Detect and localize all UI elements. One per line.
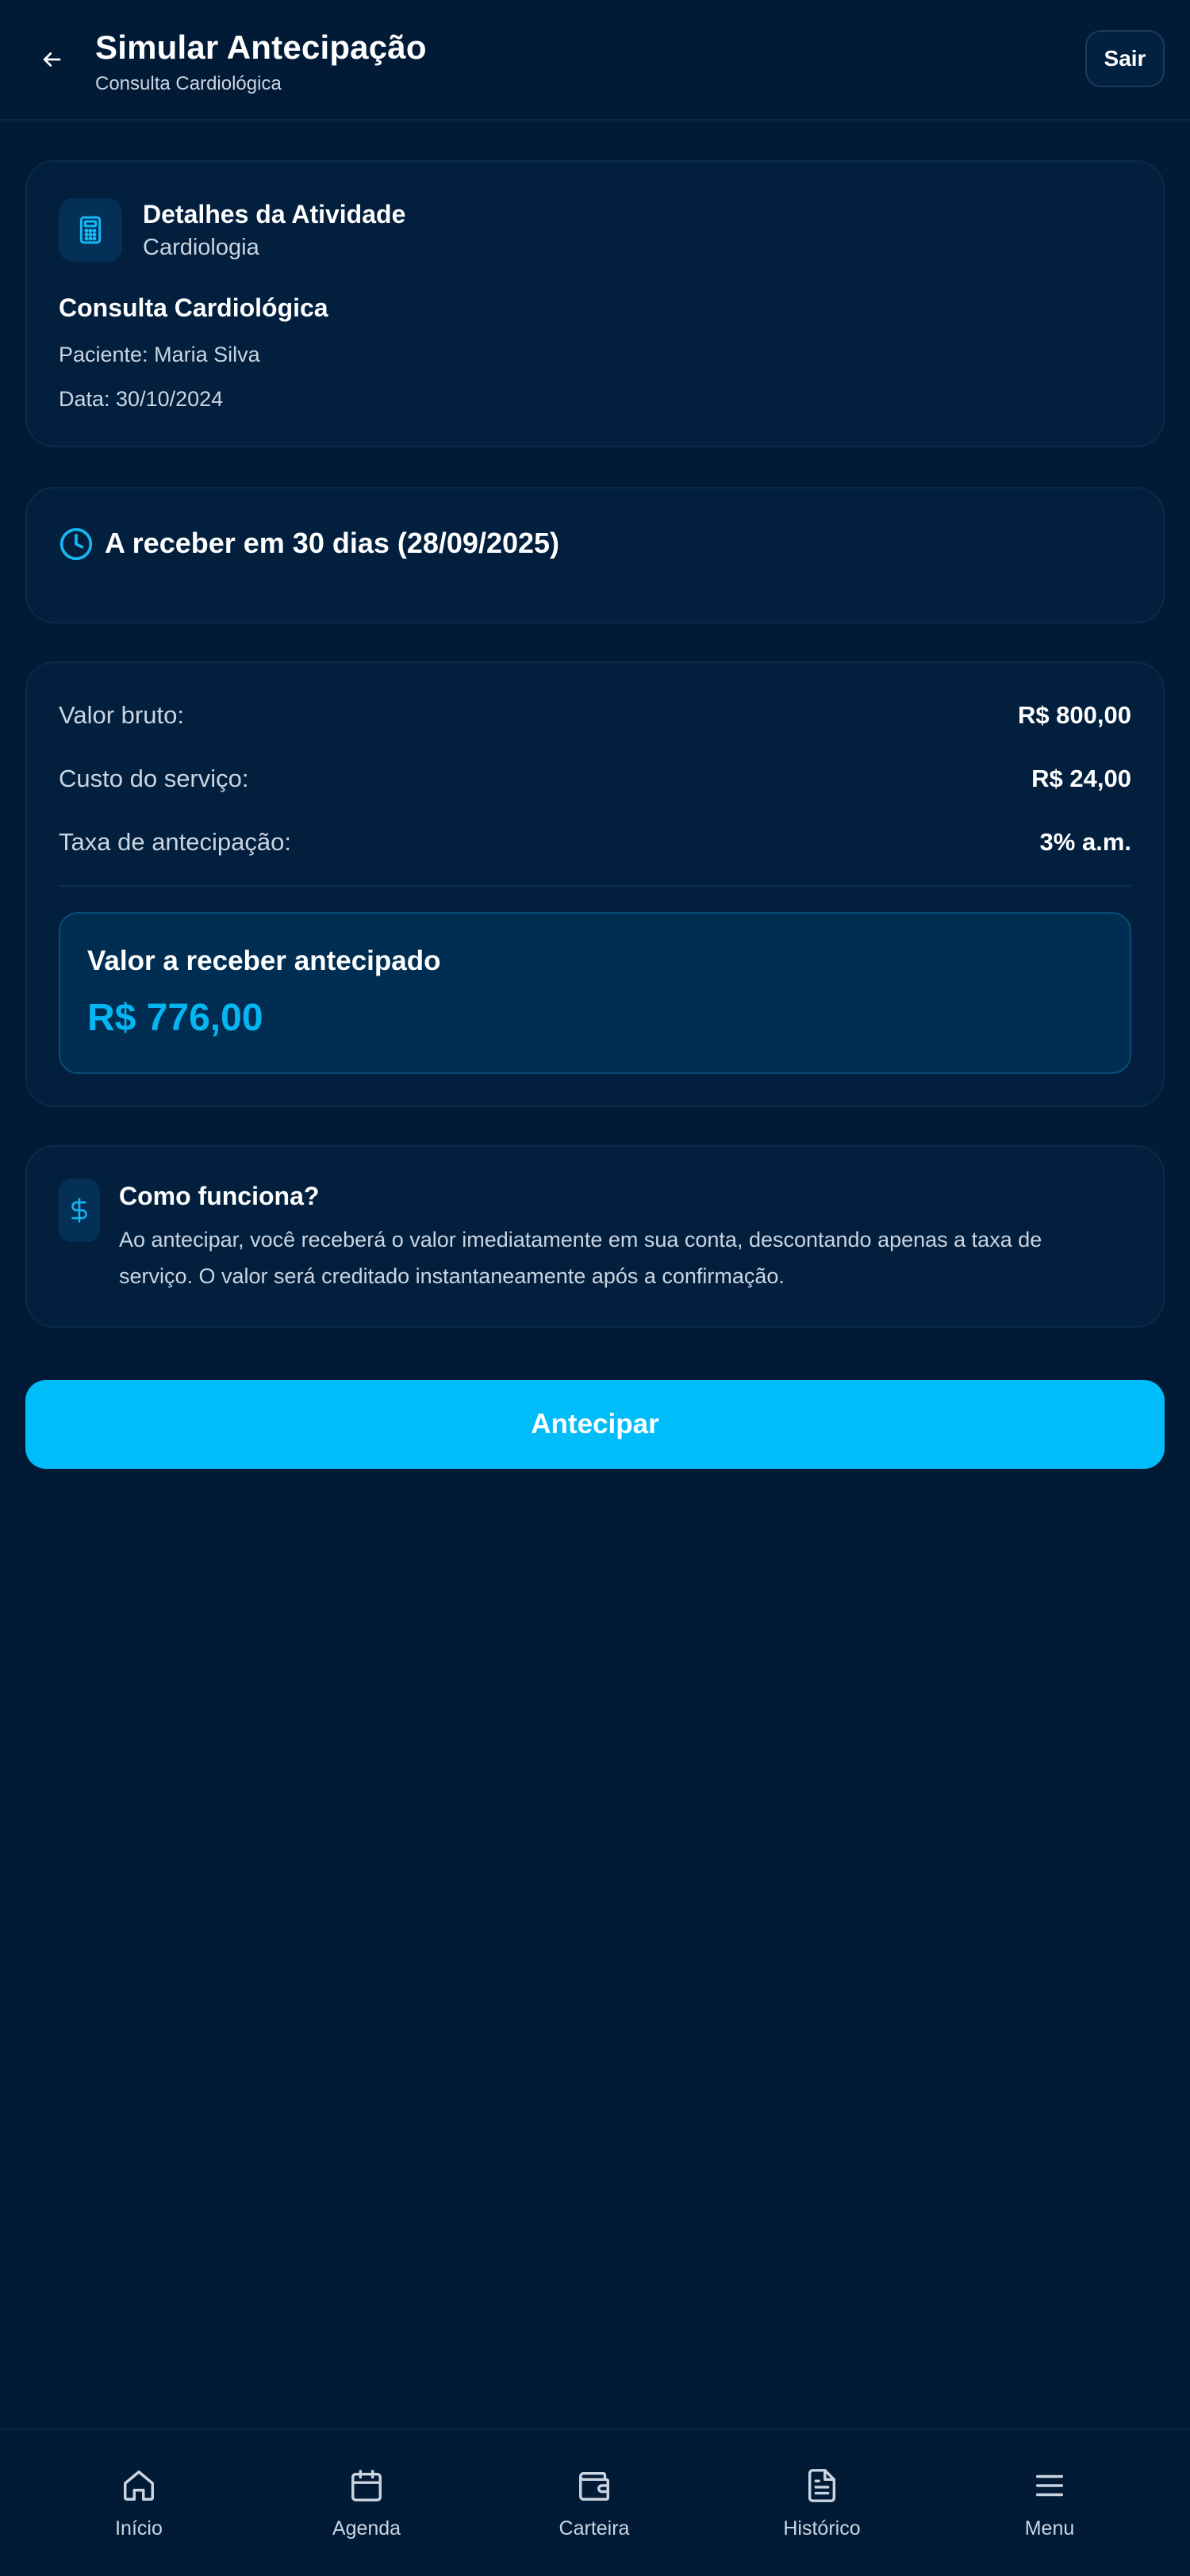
calculator-icon	[79, 216, 102, 244]
nav-item-carteira[interactable]: Carteira	[515, 2430, 674, 2576]
nav-item-agenda[interactable]: Agenda	[287, 2430, 446, 2576]
values-card: Valor bruto: R$ 800,00 Custo do serviço:…	[25, 661, 1165, 1107]
due-date-text: A receber em 30 dias (28/09/2025)	[105, 527, 560, 559]
gross-value-label: Valor bruto:	[59, 701, 184, 729]
details-specialty: Cardiologia	[143, 235, 259, 260]
nav-item-historico[interactable]: Histórico	[743, 2430, 901, 2576]
page-subtitle: Consulta Cardiológica	[95, 73, 282, 94]
page: Simular Antecipação Consulta Cardiológic…	[0, 0, 1190, 2576]
exit-button[interactable]: Sair	[1085, 30, 1165, 87]
calculator-icon-box	[59, 198, 122, 262]
activity-details-card: Detalhes da Atividade Cardiologia Consul…	[25, 160, 1165, 447]
service-cost-label: Custo do serviço:	[59, 765, 249, 792]
patient-name: Paciente: Maria Silva	[59, 343, 260, 366]
home-icon	[124, 2471, 154, 2501]
clock-icon	[60, 527, 93, 561]
how-it-works-text: Ao antecipar, você receberá o valor imed…	[119, 1228, 1042, 1288]
details-title: Detalhes da Atividade	[143, 200, 406, 228]
nav-item-menu[interactable]: Menu	[970, 2430, 1129, 2576]
page-title: Simular Antecipação	[95, 29, 427, 66]
advanced-amount-label: Valor a receber antecipado	[87, 945, 441, 976]
arrow-left-icon	[43, 52, 61, 67]
advance-button[interactable]: Antecipar	[25, 1380, 1165, 1469]
back-button[interactable]	[32, 40, 71, 79]
wallet-icon	[579, 2471, 609, 2501]
advanced-amount-box: Valor a receber antecipado R$ 776,00	[59, 912, 1131, 1074]
bottom-nav: Início Agenda Carteira Histórico Menu	[0, 2428, 1190, 2576]
due-date-card: A receber em 30 dias (28/09/2025)	[25, 487, 1165, 623]
service-cost-value: R$ 24,00	[1031, 765, 1131, 792]
nav-label-carteira: Carteira	[559, 2517, 630, 2540]
gross-value: R$ 800,00	[1017, 701, 1131, 729]
dollar-icon	[71, 1198, 87, 1223]
how-it-works-card: Como funciona? Ao antecipar, você recebe…	[25, 1145, 1165, 1328]
nav-label-agenda: Agenda	[332, 2517, 401, 2540]
dollar-icon-box	[59, 1179, 100, 1242]
document-icon	[808, 2469, 836, 2502]
advanced-amount-value: R$ 776,00	[87, 997, 263, 1039]
calendar-icon	[351, 2470, 382, 2501]
advance-rate-label: Taxa de antecipação:	[59, 828, 291, 856]
nav-item-inicio[interactable]: Início	[60, 2430, 218, 2576]
menu-icon	[1035, 2474, 1064, 2497]
activity-name: Consulta Cardiológica	[59, 293, 328, 322]
nav-label-menu: Menu	[1024, 2517, 1075, 2540]
nav-label-historico: Histórico	[783, 2517, 861, 2540]
nav-label-inicio: Início	[115, 2517, 163, 2540]
advance-rate-value: 3% a.m.	[1039, 828, 1131, 856]
activity-date: Data: 30/10/2024	[59, 387, 224, 411]
how-it-works-title: Como funciona?	[119, 1182, 320, 1210]
top-bar: Simular Antecipação Consulta Cardiológic…	[0, 0, 1190, 121]
divider	[59, 885, 1131, 887]
